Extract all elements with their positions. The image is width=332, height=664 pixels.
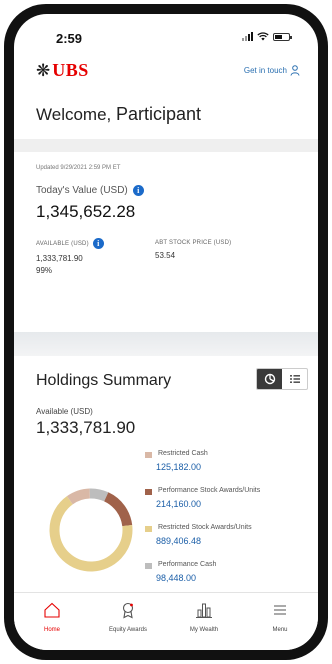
list-view-button[interactable] [282,369,307,389]
award-icon [122,602,134,619]
view-toggle[interactable] [256,368,308,390]
legend-value: 98,448.00 [156,573,197,583]
legend-value: 214,160.00 [156,499,202,509]
bottom-tab-bar: Home Equity Awards My Wealth Menu [14,592,318,650]
ubs-logo[interactable]: ❋ UBS [36,60,89,81]
status-time: 2:59 [56,31,83,46]
legend-label: Restricted Cash [158,450,208,457]
status-icons [242,32,292,41]
app-header: ❋ UBS Get in touch [14,56,318,86]
tab-label: Menu [272,627,288,633]
menu-icon [274,605,286,615]
available-block: AVAILABLE (USD) i 1,333,781.90 99% [36,238,104,275]
bar-chart-icon [196,603,212,618]
legend-swatch [145,489,152,495]
wifi-icon [257,32,269,41]
holdings-summary-title: Holdings Summary [36,372,172,389]
tab-equity-awards[interactable]: Equity Awards [90,593,166,650]
todays-value-row: Today's Value (USD) i [36,185,144,196]
legend-swatch [145,563,152,569]
legend-label: Restricted Stock Awards/Units [158,524,252,531]
legend-swatch [145,526,152,532]
tab-home[interactable]: Home [14,593,90,650]
brand-name: UBS [52,60,89,80]
participant-name: Participant [116,104,202,124]
tab-label: Equity Awards [109,627,147,633]
section-divider [14,139,318,152]
person-icon [290,65,300,76]
list-view-icon [289,375,300,383]
app-screen: 2:59 ❋ UBS Get in touch Welcome, Partici… [14,14,318,650]
legend-value: 125,182.00 [156,462,202,472]
tab-my-wealth[interactable]: My Wealth [166,593,242,650]
home-icon [44,602,60,618]
abt-stock-price-block: ABT STOCK PRICE (USD) 53.54 [155,240,231,260]
info-icon[interactable]: i [132,185,144,196]
available-label: AVAILABLE (USD) [36,240,89,247]
tab-label: Home [43,627,60,633]
status-bar: 2:59 [14,14,318,54]
get-in-touch-label: Get in touch [243,66,287,75]
holdings-available-label: Available (USD) [36,407,93,416]
battery-icon [273,32,292,41]
tab-menu[interactable]: Menu [242,593,318,650]
welcome-greeting: Welcome, [36,105,112,124]
abt-stock-price-label: ABT STOCK PRICE (USD) [155,240,232,246]
legend-swatch [145,452,152,458]
chart-view-icon [264,373,275,385]
signal-icon [242,32,253,41]
ubs-keys-icon: ❋ [36,61,51,80]
legend-value: 889,406.48 [156,536,202,546]
todays-value-label: Today's Value (USD) [36,185,128,196]
chart-view-button[interactable] [257,369,282,389]
available-percent: 99% [36,266,53,275]
holdings-available-value: 1,333,781.90 [36,418,136,437]
last-updated: Updated 9/29/2021 2:59 PM ET [36,165,121,171]
phone-frame: 2:59 ❋ UBS Get in touch Welcome, Partici… [4,4,328,660]
available-value: 1,333,781.90 [36,254,83,263]
welcome-heading: Welcome, Participant [36,104,201,125]
legend-label: Performance Cash [158,561,217,568]
holdings-donut-chart[interactable] [48,487,134,573]
abt-stock-price-value: 53.54 [155,251,176,260]
todays-value: 1,345,652.28 [36,202,136,221]
section-divider [14,332,318,356]
get-in-touch-link[interactable]: Get in touch [244,65,300,76]
legend-label: Performance Stock Awards/Units [158,487,261,494]
info-icon[interactable]: i [92,238,104,249]
tab-label: My Wealth [189,627,219,633]
